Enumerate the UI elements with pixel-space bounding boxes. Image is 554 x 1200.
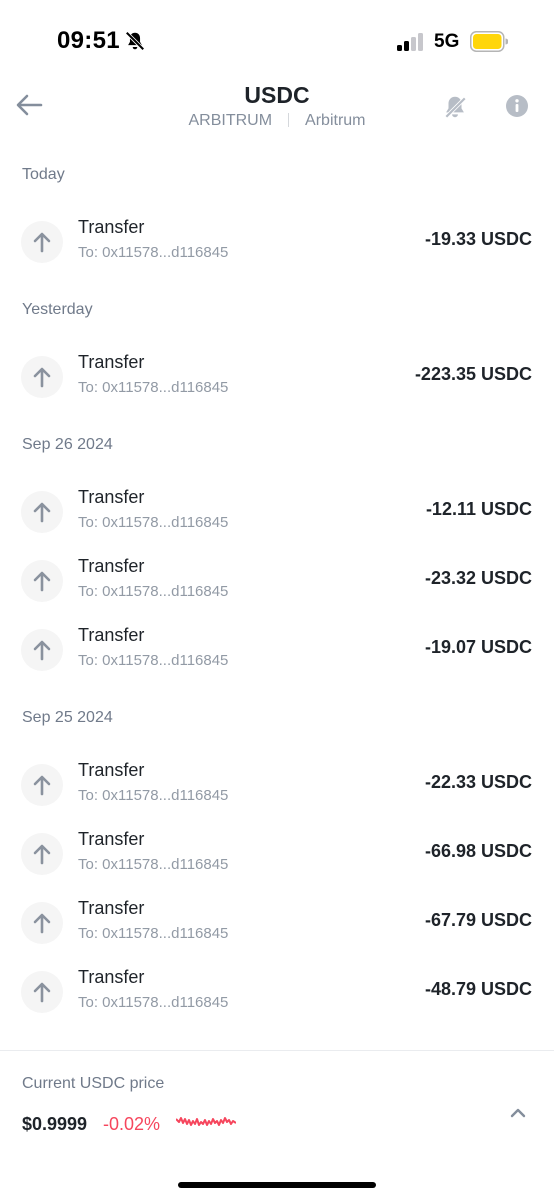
transaction-title: Transfer (78, 829, 145, 849)
transaction-row[interactable]: Transfer To: 0x11578...d116845 -67.79 USDC (0, 889, 554, 958)
transaction-title: Transfer (78, 898, 145, 918)
transaction-row[interactable]: Transfer To: 0x11578...d116845 -12.11 USDC (0, 478, 554, 547)
transaction-row[interactable]: Transfer To: 0x11578...d116845 -19.07 USDC (0, 616, 554, 685)
status-time: 09:51 (57, 27, 120, 54)
date-group-label: Yesterday (22, 301, 93, 318)
transfer-icon-badge (21, 833, 63, 875)
transaction-title: Transfer (78, 967, 145, 987)
transaction-amount: -48.79 USDC (424, 979, 532, 999)
network-type: 5G (434, 31, 460, 52)
transaction-recipient: To: 0x11578...d116845 (78, 652, 229, 669)
battery-icon (470, 31, 508, 52)
arrow-up-icon (33, 913, 51, 934)
date-group-label: Sep 25 2024 (22, 709, 113, 726)
bell-off-icon[interactable] (442, 94, 468, 120)
transfer-icon-badge (21, 356, 63, 398)
transfer-icon-badge (21, 221, 63, 263)
date-group-label: Sep 24 2024 (0, 1027, 554, 1050)
transaction-row[interactable]: Transfer To: 0x11578...d116845 -19.33 USDC (0, 208, 554, 277)
bell-muted-icon (125, 31, 145, 51)
price-label: Current USDC price (22, 1075, 165, 1092)
chevron-up-icon[interactable] (508, 1105, 528, 1121)
transaction-recipient: To: 0x11578...d116845 (78, 583, 229, 600)
transfer-icon-badge (21, 560, 63, 602)
transaction-recipient: To: 0x11578...d116845 (78, 994, 229, 1011)
cell-signal-icon (397, 33, 425, 51)
transaction-amount: -19.33 USDC (424, 229, 532, 249)
transaction-amount: -66.98 USDC (424, 841, 532, 861)
arrow-up-icon (33, 775, 51, 796)
arrow-up-icon (33, 640, 51, 661)
page-title: USDC (244, 82, 310, 108)
arrow-up-icon (33, 502, 51, 523)
transaction-title: Transfer (78, 487, 145, 507)
price-change: -0.02% (103, 1114, 161, 1134)
transaction-title: Transfer (78, 352, 145, 372)
arrow-up-icon (33, 571, 51, 592)
transaction-amount: -23.32 USDC (424, 568, 532, 588)
price-footer[interactable]: Current USDC price $0.9999 -0.02% (0, 1050, 554, 1200)
transaction-recipient: To: 0x11578...d116845 (78, 514, 229, 531)
arrow-up-icon (33, 844, 51, 865)
transaction-row[interactable]: Transfer To: 0x11578...d116845 -48.79 USDC (0, 958, 554, 1027)
transaction-recipient: To: 0x11578...d116845 (78, 925, 229, 942)
price-sparkline (176, 1117, 236, 1126)
transaction-row[interactable]: Transfer To: 0x11578...d116845 -223.35 USD… (0, 343, 554, 412)
transaction-recipient: To: 0x11578...d116845 (78, 244, 229, 261)
transfer-icon-badge (21, 764, 63, 806)
arrow-up-icon (33, 982, 51, 1003)
transaction-recipient: To: 0x11578...d116845 (78, 787, 229, 804)
transaction-amount: -12.11 USDC (425, 499, 532, 519)
transaction-title: Transfer (78, 556, 145, 576)
transaction-title: Transfer (78, 217, 145, 237)
transaction-recipient: To: 0x11578...d116845 (78, 379, 229, 396)
transaction-list[interactable]: Today Transfer To: 0x11578...d116845 -19.33… (0, 142, 554, 1050)
transfer-icon-badge (21, 902, 63, 944)
transaction-title: Transfer (78, 760, 145, 780)
arrow-up-icon (33, 367, 51, 388)
transaction-row[interactable]: Transfer To: 0x11578...d116845 -66.98 USDC (0, 820, 554, 889)
network-name: Arbitrum (305, 112, 366, 129)
arrow-up-icon (33, 232, 51, 253)
current-price: $0.9999 (22, 1114, 88, 1134)
transaction-amount: -223.35 USDC (414, 364, 532, 384)
transaction-title: Transfer (78, 625, 145, 645)
network-subtitle: ARBITRUM Arbitrum (0, 112, 554, 130)
transaction-amount: -67.79 USDC (424, 910, 532, 930)
network-code: ARBITRUM (188, 112, 273, 129)
status-bar: 09:51 5G (0, 0, 554, 74)
transfer-icon-badge (21, 971, 63, 1013)
subtitle-divider (288, 113, 290, 127)
transaction-row[interactable]: Transfer To: 0x11578...d116845 -22.33 USDC (0, 751, 554, 820)
date-group-label: Sep 26 2024 (22, 436, 113, 453)
info-icon[interactable] (505, 94, 529, 118)
transaction-recipient: To: 0x11578...d116845 (78, 856, 229, 873)
transaction-amount: -19.07 USDC (424, 637, 532, 657)
transaction-amount: -22.33 USDC (424, 772, 532, 792)
home-indicator[interactable] (178, 1182, 376, 1188)
date-group-label: Today (22, 166, 65, 183)
transfer-icon-badge (21, 629, 63, 671)
transaction-row[interactable]: Transfer To: 0x11578...d116845 -23.32 USDC (0, 547, 554, 616)
header: USDC ARBITRUM Arbitrum (0, 74, 554, 142)
transfer-icon-badge (21, 491, 63, 533)
